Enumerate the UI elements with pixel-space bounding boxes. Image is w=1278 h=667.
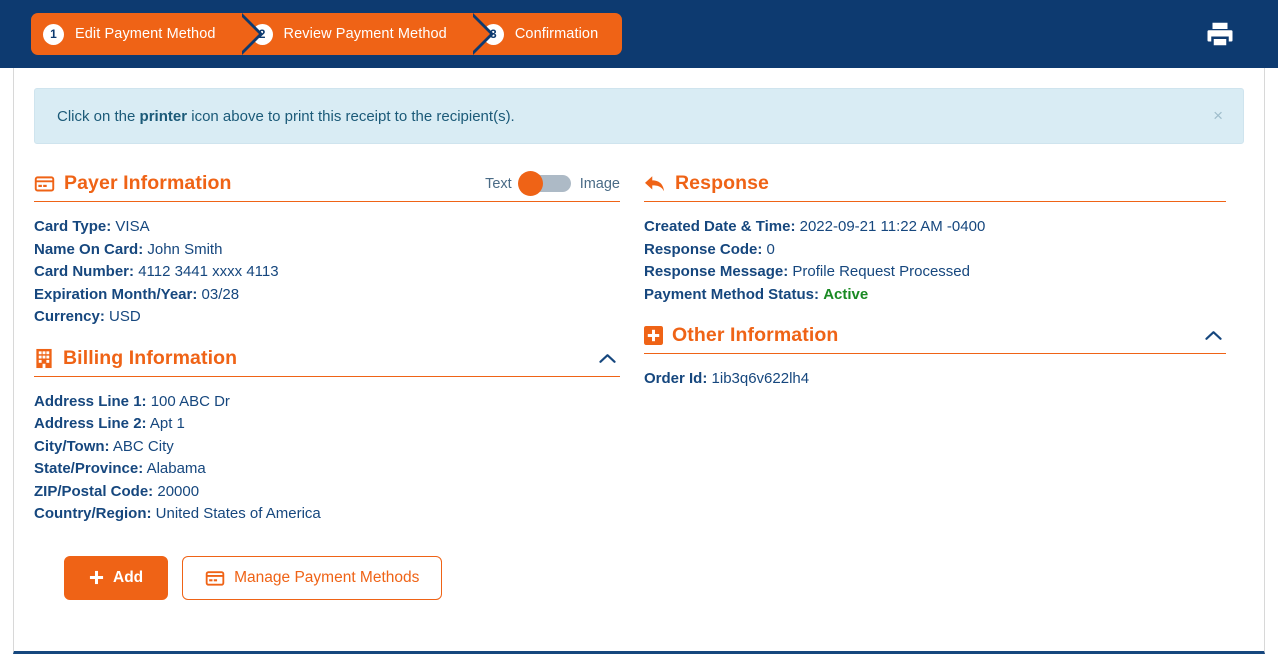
field-label: Country/Region: xyxy=(34,505,152,522)
field-label: Card Type: xyxy=(34,218,112,235)
field-label: ZIP/Postal Code: xyxy=(34,482,154,500)
field-card-type: Card Type: VISA xyxy=(34,216,620,239)
step-label: Confirmation xyxy=(514,26,599,42)
field-state-province: State/Province: Alabama xyxy=(34,458,620,481)
manage-payment-methods-button[interactable]: Manage Payment Methods xyxy=(182,555,443,600)
field-label: Payment Method Status: xyxy=(644,285,820,303)
field-label: Address Line 2: xyxy=(34,415,147,432)
field-label: Expiration Month/Year: xyxy=(34,285,198,303)
field-value: 100 ABC Dr xyxy=(150,392,230,410)
payer-information-header: Payer Information Text Image xyxy=(34,171,620,202)
details-columns: Payer Information Text Image Card Type: … xyxy=(14,144,1264,600)
field-country-region: Country/Region: United States of America xyxy=(34,503,620,526)
left-column: Payer Information Text Image Card Type: … xyxy=(34,171,630,600)
field-value: 03/28 xyxy=(201,285,240,303)
payer-information-title: Payer Information xyxy=(64,172,232,194)
field-value: ABC City xyxy=(112,437,174,455)
manage-payment-methods-label: Manage Payment Methods xyxy=(234,568,420,586)
print-receipt-button[interactable] xyxy=(1200,14,1240,54)
field-currency: Currency: USD xyxy=(34,306,620,329)
field-zip-postal-code: ZIP/Postal Code: 20000 xyxy=(34,481,620,504)
chevron-up-icon[interactable] xyxy=(595,351,620,366)
step-label: Review Payment Method xyxy=(283,26,447,42)
plus-icon xyxy=(89,570,104,585)
field-label: Name On Card: xyxy=(34,240,144,258)
other-information-header: Other Information xyxy=(644,324,1226,354)
content-card: Click on the printer icon above to print… xyxy=(13,68,1265,654)
field-label: Response Message: xyxy=(644,263,789,280)
other-information-title: Other Information xyxy=(672,324,839,346)
field-value: 4112 3441 xxxx 4113 xyxy=(138,263,279,280)
field-label: Response Code: xyxy=(644,240,763,258)
building-icon xyxy=(34,348,54,369)
close-icon[interactable]: × xyxy=(1209,103,1227,128)
field-value: United States of America xyxy=(155,505,321,522)
field-value: 2022-09-21 11:22 AM -0400 xyxy=(799,218,986,235)
banner-text-before: Click on the xyxy=(57,107,140,125)
field-value: Alabama xyxy=(146,460,206,477)
field-value: 0 xyxy=(766,240,775,258)
toggle-label-image: Image xyxy=(579,175,620,192)
field-card-number: Card Number: 4112 3441 xxxx 4113 xyxy=(34,261,620,284)
payer-fields: Card Type: VISA Name On Card: John Smith… xyxy=(34,216,620,329)
toggle-switch[interactable] xyxy=(517,171,571,196)
other-fields: Order Id: 1ib3q6v622lh4 xyxy=(644,368,1226,391)
toggle-knob xyxy=(517,171,543,196)
response-header: Response xyxy=(644,172,1226,202)
step-review-payment-method[interactable]: 2 Review Payment Method xyxy=(237,13,495,55)
status-badge: Active xyxy=(823,285,869,303)
field-address-line-1: Address Line 1: 100 ABC Dr xyxy=(34,391,620,414)
field-created-date-time: Created Date & Time: 2022-09-21 11:22 AM… xyxy=(644,216,1226,239)
response-title: Response xyxy=(675,172,769,194)
field-name-on-card: Name On Card: John Smith xyxy=(34,239,620,262)
banner-text-bold: printer xyxy=(139,107,188,125)
field-value: Profile Request Processed xyxy=(792,263,970,280)
field-value: Apt 1 xyxy=(149,415,185,432)
field-value: VISA xyxy=(115,218,150,235)
credit-card-icon xyxy=(34,173,55,194)
field-order-id: Order Id: 1ib3q6v622lh4 xyxy=(644,368,1226,391)
step-number: 1 xyxy=(43,23,64,45)
field-label: Address Line 1: xyxy=(34,392,147,410)
page-header: 1 Edit Payment Method 2 Review Payment M… xyxy=(0,0,1278,68)
field-response-code: Response Code: 0 xyxy=(644,239,1226,262)
field-value: 1ib3q6v622lh4 xyxy=(711,370,810,387)
info-banner: Click on the printer icon above to print… xyxy=(34,88,1244,144)
field-response-message: Response Message: Profile Request Proces… xyxy=(644,261,1226,284)
field-city-town: City/Town: ABC City xyxy=(34,436,620,459)
response-fields: Created Date & Time: 2022-09-21 11:22 AM… xyxy=(644,216,1226,306)
step-label: Edit Payment Method xyxy=(75,26,216,42)
reply-arrow-icon xyxy=(644,174,666,194)
add-button-label: Add xyxy=(113,568,144,586)
action-buttons: Add Manage Payment Methods xyxy=(34,530,620,600)
info-banner-text: Click on the printer icon above to print… xyxy=(57,108,515,125)
payment-confirmation-page: 1 Edit Payment Method 2 Review Payment M… xyxy=(0,0,1278,667)
field-expiration: Expiration Month/Year: 03/28 xyxy=(34,284,620,307)
field-value: John Smith xyxy=(147,240,223,258)
field-value: 20000 xyxy=(157,482,200,500)
step-progress-bar: 1 Edit Payment Method 2 Review Payment M… xyxy=(31,13,623,55)
field-label: State/Province: xyxy=(34,460,144,477)
toggle-label-text: Text xyxy=(485,175,512,192)
field-label: City/Town: xyxy=(34,437,110,455)
field-address-line-2: Address Line 2: Apt 1 xyxy=(34,413,620,436)
field-payment-method-status: Payment Method Status: Active xyxy=(644,284,1226,307)
field-value: USD xyxy=(109,308,141,325)
add-button[interactable]: Add xyxy=(64,555,169,600)
plus-square-icon xyxy=(644,326,663,345)
right-column: Response Created Date & Time: 2022-09-21… xyxy=(630,172,1226,600)
field-label: Order Id: xyxy=(644,370,708,387)
billing-information-header: Billing Information xyxy=(34,347,620,377)
chevron-up-icon[interactable] xyxy=(1201,328,1226,343)
field-label: Card Number: xyxy=(34,263,135,280)
printer-icon xyxy=(1205,19,1235,49)
billing-information-title: Billing Information xyxy=(63,346,238,369)
field-label: Currency: xyxy=(34,308,105,325)
step-edit-payment-method[interactable]: 1 Edit Payment Method xyxy=(31,13,263,55)
field-label: Created Date & Time: xyxy=(644,218,796,235)
banner-text-after: icon above to print this receipt to the … xyxy=(187,107,515,125)
text-image-toggle[interactable]: Text Image xyxy=(485,171,620,196)
billing-fields: Address Line 1: 100 ABC Dr Address Line … xyxy=(34,391,620,526)
credit-card-icon xyxy=(205,568,225,588)
